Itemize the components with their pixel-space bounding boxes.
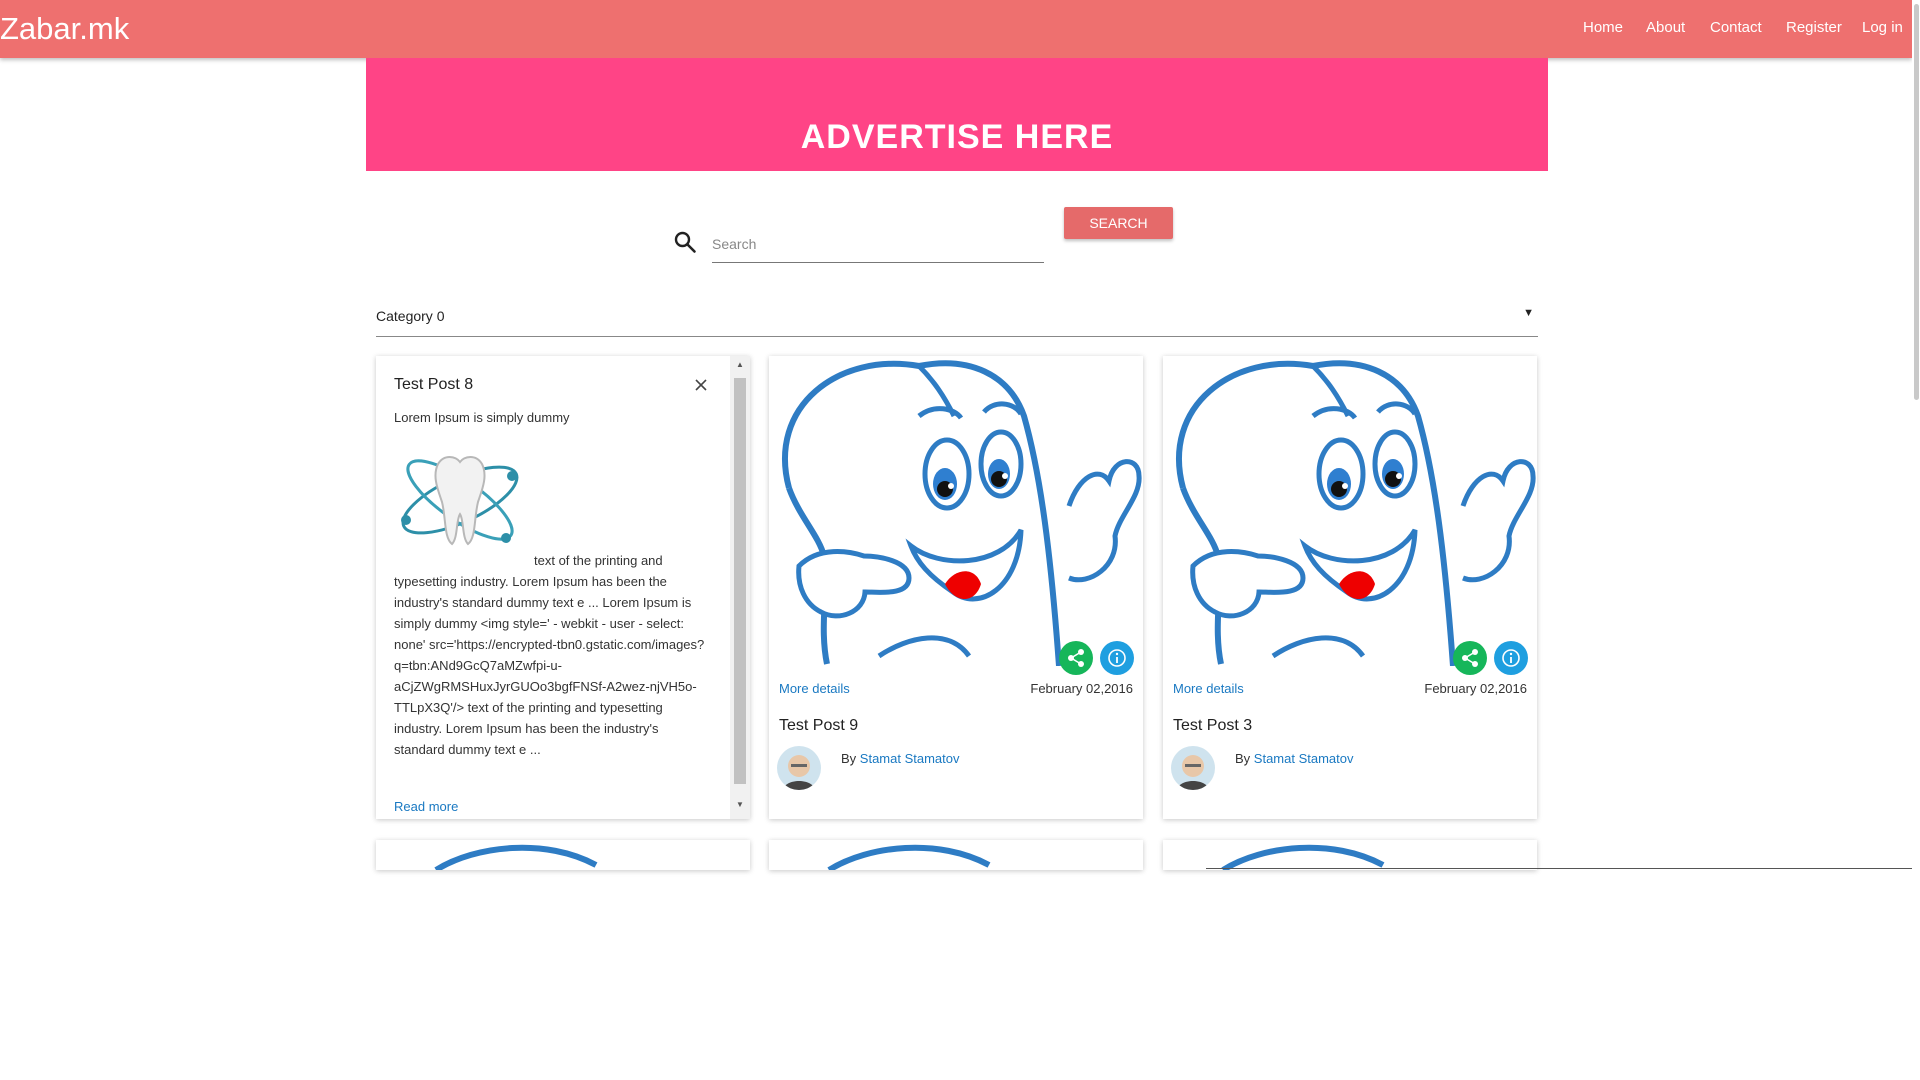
info-icon — [1502, 649, 1520, 667]
author-by-label: By — [1235, 751, 1254, 766]
author-link[interactable]: Stamat Stamatov — [860, 751, 960, 766]
more-details-link[interactable]: More details — [1173, 681, 1244, 696]
share-icon — [1068, 649, 1084, 667]
post-card-partial[interactable] — [1163, 840, 1537, 870]
post-detail-intro: Lorem Ipsum is simply dummy — [394, 410, 570, 425]
post-detail-title: Test Post 8 — [394, 376, 474, 393]
category-select[interactable]: Category 0 ▼ — [376, 300, 1538, 337]
tooth-mascot-image — [782, 360, 1142, 666]
tooth-atom-image — [401, 456, 519, 546]
post-card-partial[interactable] — [376, 840, 750, 870]
post-title[interactable]: Test Post 3 — [1173, 717, 1252, 735]
post-title[interactable]: Test Post 9 — [779, 717, 858, 735]
scroll-up-icon[interactable]: ▲ — [730, 360, 750, 369]
post-card[interactable]: More details February 02,2016 Test Post … — [1163, 356, 1537, 819]
tooth-mascot-image — [827, 844, 991, 870]
post-detail-card: Test Post 8 Lorem Ipsum is simply dummy … — [376, 356, 750, 819]
post-card[interactable]: More details February 02,2016 Test Post … — [769, 356, 1143, 819]
author-avatar[interactable] — [1171, 746, 1215, 790]
search-input[interactable] — [712, 226, 1044, 263]
share-icon — [1462, 649, 1478, 667]
scroll-down-icon[interactable]: ▼ — [730, 800, 750, 809]
nav-about[interactable]: About — [1646, 19, 1685, 37]
close-icon[interactable] — [694, 378, 708, 392]
dropdown-arrow-icon: ▼ — [1523, 307, 1534, 319]
post-card-partial[interactable] — [769, 840, 1143, 870]
tooth-mascot-image — [1221, 844, 1385, 870]
ad-banner[interactable]: ADVERTISE HERE — [366, 58, 1548, 171]
tooth-mascot-image — [1176, 360, 1536, 666]
post-detail-body: text of the printing and typesetting ind… — [394, 553, 705, 757]
post-date: February 02,2016 — [1030, 681, 1133, 696]
author-avatar[interactable] — [777, 746, 821, 790]
tooth-mascot-image — [434, 844, 598, 870]
card-scrollbar[interactable]: ▲ ▼ — [730, 356, 750, 819]
author-by-label: By — [841, 751, 860, 766]
share-button[interactable] — [1059, 641, 1093, 675]
page-scrollbar-thumb[interactable] — [1914, 4, 1919, 400]
info-button[interactable] — [1494, 641, 1528, 675]
nav-login[interactable]: Log in — [1862, 19, 1903, 37]
info-icon — [1108, 649, 1126, 667]
read-more-link[interactable]: Read more — [394, 799, 458, 814]
share-button[interactable] — [1453, 641, 1487, 675]
brand-logo[interactable]: Zabar.mk — [0, 10, 129, 48]
post-date: February 02,2016 — [1424, 681, 1527, 696]
more-details-link[interactable]: More details — [779, 681, 850, 696]
ad-banner-text: ADVERTISE HERE — [800, 118, 1114, 156]
page-scrollbar[interactable] — [1912, 0, 1920, 870]
top-navbar: Zabar.mk Home About Contact Register Log… — [0, 0, 1912, 58]
nav-contact[interactable]: Contact — [1710, 19, 1762, 37]
card-scrollbar-thumb[interactable] — [734, 378, 746, 784]
nav-register[interactable]: Register — [1786, 19, 1842, 37]
post-author: By Stamat Stamatov — [1235, 751, 1354, 766]
nav-home[interactable]: Home — [1583, 19, 1623, 37]
author-link[interactable]: Stamat Stamatov — [1254, 751, 1354, 766]
category-selected-value: Category 0 — [376, 308, 445, 324]
viewport-fold-divider — [1206, 868, 1912, 869]
search-button[interactable]: SEARCH — [1064, 207, 1173, 239]
search-icon — [674, 231, 696, 253]
post-author: By Stamat Stamatov — [841, 751, 960, 766]
info-button[interactable] — [1100, 641, 1134, 675]
